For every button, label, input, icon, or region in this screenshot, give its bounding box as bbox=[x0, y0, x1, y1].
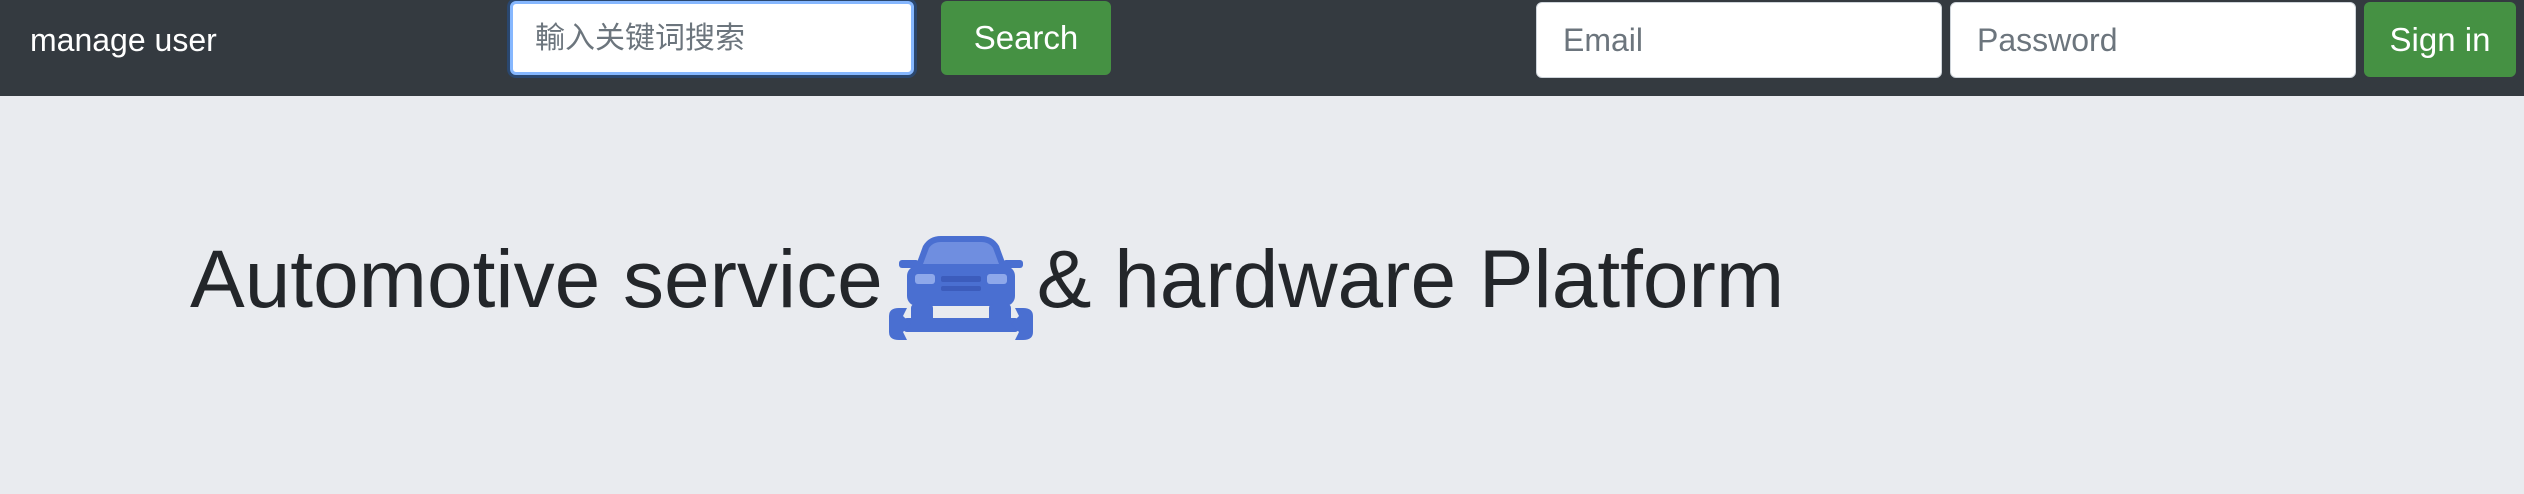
sign-in-button[interactable]: Sign in bbox=[2364, 2, 2516, 77]
search-input[interactable] bbox=[510, 1, 914, 75]
title-part-2: & hardware Platform bbox=[1036, 234, 1785, 325]
brand-link[interactable]: manage user bbox=[30, 0, 217, 80]
password-field[interactable] bbox=[1950, 2, 2356, 78]
search-button[interactable]: Search bbox=[941, 1, 1111, 75]
page-title: Automotive service & hardware Platform bbox=[190, 220, 1784, 340]
car-wrench-icon bbox=[888, 232, 1033, 352]
title-part-1: Automotive service bbox=[190, 234, 883, 325]
email-field[interactable] bbox=[1536, 2, 1942, 78]
hero-section: Automotive service & hardware Platform bbox=[190, 220, 1784, 360]
top-navbar: manage user Search Sign in bbox=[0, 0, 2524, 96]
